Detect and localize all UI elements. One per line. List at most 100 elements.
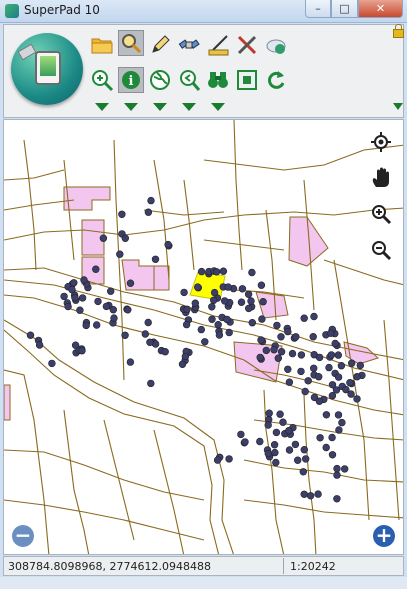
poi-point bbox=[284, 327, 292, 336]
poi-point bbox=[348, 359, 356, 368]
poi-point bbox=[297, 367, 305, 376]
zoom-in-button[interactable] bbox=[89, 67, 115, 93]
poi-point bbox=[212, 268, 221, 276]
poi-point bbox=[328, 392, 337, 400]
toolbar-expand-icon[interactable] bbox=[393, 103, 403, 110]
map-canvas[interactable] bbox=[4, 120, 404, 555]
poi-point bbox=[116, 250, 124, 258]
map-zoom-in-button[interactable] bbox=[369, 202, 393, 226]
poi-point bbox=[277, 348, 286, 356]
poi-point bbox=[215, 331, 224, 339]
poi-point bbox=[121, 234, 130, 243]
zoom-in-dropdown-icon[interactable] bbox=[95, 103, 109, 111]
locate-button[interactable] bbox=[369, 130, 393, 154]
poi-point bbox=[291, 440, 300, 449]
identify-info-button[interactable]: i bbox=[118, 67, 144, 93]
binoculars-find-button[interactable] bbox=[205, 67, 231, 93]
logo-satellite bbox=[17, 43, 37, 61]
poi-point bbox=[121, 331, 129, 340]
poi-point bbox=[256, 353, 264, 362]
zoom-out-circle-button[interactable]: − bbox=[12, 525, 34, 547]
poi-point bbox=[258, 315, 266, 323]
poi-point bbox=[237, 298, 246, 306]
poi-point bbox=[144, 208, 153, 216]
poi-point bbox=[147, 379, 155, 388]
poi-point bbox=[333, 495, 341, 503]
pencil-icon bbox=[152, 35, 170, 53]
open-folder-button[interactable] bbox=[89, 32, 115, 58]
poi-point bbox=[299, 468, 307, 476]
toolbar: i bbox=[3, 24, 404, 118]
poi-point bbox=[225, 455, 233, 463]
poi-point bbox=[92, 265, 100, 273]
tools-settings-button[interactable] bbox=[234, 32, 260, 58]
road-line bbox=[4, 294, 245, 361]
poi-point bbox=[110, 314, 118, 322]
poi-point bbox=[327, 351, 336, 359]
poi-point bbox=[334, 373, 343, 381]
poi-point bbox=[327, 329, 335, 337]
poi-point bbox=[271, 448, 279, 457]
pan-button[interactable] bbox=[369, 166, 393, 190]
poi-point bbox=[219, 267, 228, 275]
poi-point bbox=[337, 362, 346, 370]
poi-point bbox=[264, 421, 272, 429]
cloud-sync-button[interactable] bbox=[263, 32, 289, 58]
poi-point bbox=[265, 409, 273, 417]
zoom-in-circle-button[interactable]: + bbox=[373, 525, 395, 547]
poi-point bbox=[338, 418, 346, 427]
maximize-button[interactable]: □ bbox=[331, 0, 358, 18]
zoom-previous-dropdown-icon[interactable] bbox=[182, 103, 196, 111]
poi-point bbox=[126, 279, 135, 287]
poi-point bbox=[334, 351, 342, 359]
poi-point bbox=[48, 359, 56, 368]
edit-pencil-button[interactable] bbox=[147, 32, 173, 58]
globe-dropdown-icon[interactable] bbox=[153, 103, 167, 111]
measure-button[interactable] bbox=[205, 32, 231, 58]
refresh-button[interactable] bbox=[263, 67, 289, 93]
poi-point bbox=[300, 446, 308, 454]
parcel-polygon bbox=[153, 265, 170, 291]
window-title: SuperPad 10 bbox=[24, 3, 100, 17]
poi-point bbox=[178, 360, 187, 369]
gps-satellite-button[interactable] bbox=[176, 32, 202, 58]
identify-dropdown-icon[interactable] bbox=[124, 103, 138, 111]
poi-point bbox=[322, 443, 330, 452]
poi-point bbox=[247, 297, 255, 305]
poi-point bbox=[301, 387, 309, 396]
map-view[interactable]: − + bbox=[3, 119, 404, 555]
window-title-bar: SuperPad 10 – □ ✕ bbox=[0, 0, 407, 23]
poi-point bbox=[92, 321, 101, 329]
road-line bbox=[4, 169, 65, 181]
cloud-icon bbox=[266, 39, 286, 54]
poi-point bbox=[285, 427, 293, 435]
poi-point bbox=[197, 325, 206, 334]
minimize-button[interactable]: – bbox=[305, 0, 331, 18]
poi-point bbox=[210, 288, 219, 297]
lock-icon[interactable] bbox=[393, 24, 404, 38]
poi-point bbox=[26, 331, 35, 339]
close-button[interactable]: ✕ bbox=[358, 0, 403, 18]
magnifier-icon bbox=[122, 34, 142, 54]
map-zoom-out-button[interactable] bbox=[369, 238, 393, 262]
extent-icon bbox=[237, 70, 257, 90]
poi-point bbox=[256, 437, 264, 446]
tools-icon bbox=[237, 35, 257, 55]
poi-point bbox=[310, 312, 318, 321]
poi-point bbox=[274, 354, 282, 362]
search-query-button[interactable] bbox=[118, 30, 144, 56]
zoom-in-icon bbox=[372, 205, 392, 225]
poi-point bbox=[300, 314, 308, 322]
globe-layers-button[interactable] bbox=[147, 67, 173, 93]
poi-point bbox=[191, 299, 200, 307]
poi-point bbox=[285, 446, 294, 454]
binoculars-dropdown-icon[interactable] bbox=[211, 103, 225, 111]
zoom-previous-button[interactable] bbox=[176, 67, 202, 93]
poi-point bbox=[182, 320, 191, 329]
poi-point bbox=[334, 411, 343, 419]
poi-point bbox=[346, 379, 354, 387]
logo-tablet bbox=[35, 51, 61, 85]
scale-readout: 1:20242 bbox=[290, 560, 336, 573]
poi-point bbox=[146, 338, 154, 347]
full-extent-button[interactable] bbox=[234, 67, 260, 93]
